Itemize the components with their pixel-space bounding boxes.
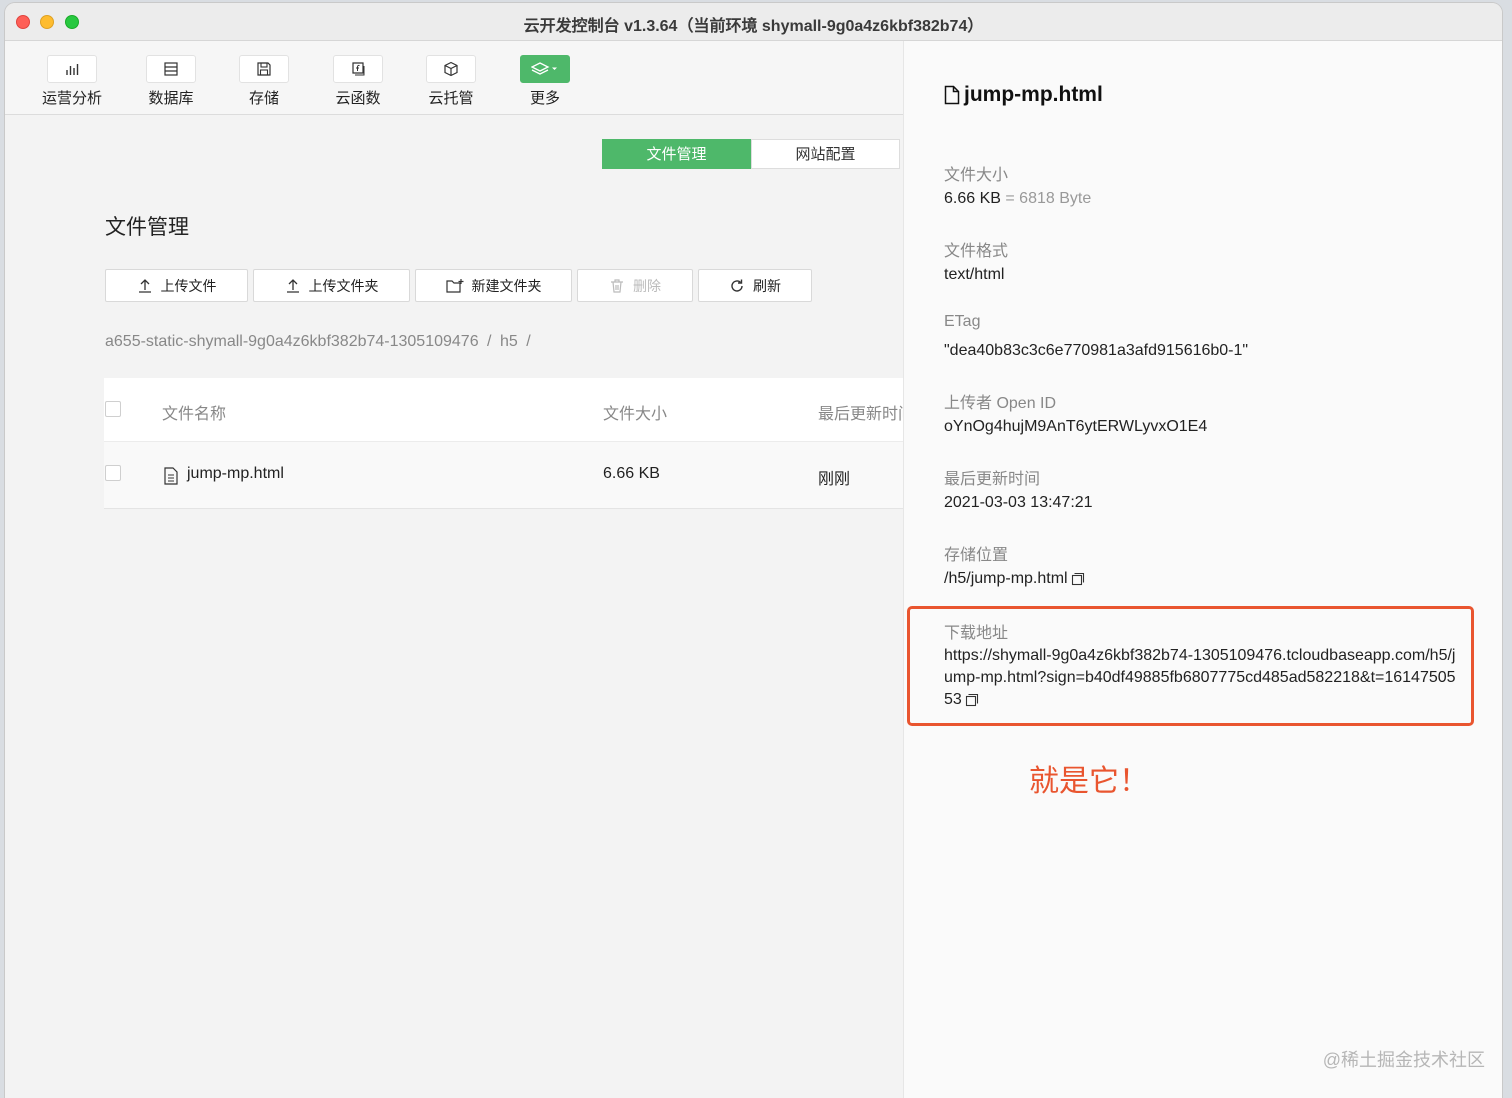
etag-value: "dea40b83c3c6e770981a3afd915616b0-1" xyxy=(944,342,1249,359)
download-url-container: https://shymall-9g0a4z6kbf382b74-1305109… xyxy=(944,645,1464,711)
toolbar-cloud-function[interactable]: 云函数 xyxy=(318,55,398,108)
app-window: 云开发控制台 v1.3.64（当前环境 shymall-9g0a4z6kbf38… xyxy=(5,3,1502,1098)
toolbar-analytics-label: 运营分析 xyxy=(41,90,102,107)
uploader-value: oYnOg4hujM9AnT6ytERWLyvxO1E4 xyxy=(944,418,1208,435)
cube-icon xyxy=(444,61,458,77)
delete-button[interactable]: 删除 xyxy=(577,269,693,302)
file-table: 文件名称 文件大小 最后更新时间 jump-mp.html 6.66 KB 刚刚 xyxy=(104,378,914,509)
toolbar-cloud-function-label: 云函数 xyxy=(335,90,381,107)
new-folder-label: 新建文件夹 xyxy=(471,277,542,294)
uploader-label: 上传者 Open ID xyxy=(944,395,1057,412)
size-bytes: = 6818 Byte xyxy=(1005,190,1092,207)
toolbar-more-label: 更多 xyxy=(529,90,560,107)
format-label: 文件格式 xyxy=(944,243,1009,260)
detail-title: jump-mp.html xyxy=(944,83,1103,107)
location-label: 存储位置 xyxy=(944,547,1009,564)
size-value: 6.66 KB = 6818 Byte xyxy=(944,190,1091,208)
main-toolbar: 运营分析 数据库 存储 云函数 云托管 更多 xyxy=(5,41,903,115)
tab-file-manage[interactable]: 文件管理 xyxy=(602,139,751,169)
row-updated: 刚刚 xyxy=(818,471,851,488)
annotation-text: 就是它！ xyxy=(1029,765,1149,798)
column-size: 文件大小 xyxy=(603,406,668,423)
layers-icon xyxy=(531,62,557,75)
file-icon xyxy=(944,85,960,105)
watermark: @稀土掘金技术社区 xyxy=(1322,1050,1485,1070)
new-folder-icon xyxy=(445,278,463,293)
size-label: 文件大小 xyxy=(944,167,1009,184)
toolbar-cloud-hosting-icon-box xyxy=(426,55,476,83)
new-folder-button[interactable]: 新建文件夹 xyxy=(415,269,572,302)
download-url[interactable]: https://shymall-9g0a4z6kbf382b74-1305109… xyxy=(944,647,1456,708)
breadcrumb-separator: / xyxy=(526,333,531,350)
updated-label: 最后更新时间 xyxy=(944,471,1041,488)
window-title: 云开发控制台 v1.3.64（当前环境 shymall-9g0a4z6kbf38… xyxy=(523,18,984,35)
toolbar-database-icon-box xyxy=(146,55,196,83)
file-icon xyxy=(164,467,178,485)
bar-chart-icon xyxy=(66,64,79,75)
location-value: /h5/jump-mp.html xyxy=(944,570,1085,588)
breadcrumb: a655-static-shymall-9g0a4z6kbf382b74-130… xyxy=(105,333,535,351)
title-bar: 云开发控制台 v1.3.64（当前环境 shymall-9g0a4z6kbf38… xyxy=(5,3,1502,41)
toolbar-more-icon-box xyxy=(520,55,570,83)
toolbar-analytics-icon-box xyxy=(47,55,97,83)
storage-icon xyxy=(257,62,271,76)
refresh-label: 刷新 xyxy=(753,277,781,294)
toolbar-more[interactable]: 更多 xyxy=(505,55,585,108)
detail-filename: jump-mp.html xyxy=(964,83,1103,106)
breadcrumb-bucket[interactable]: a655-static-shymall-9g0a4z6kbf382b74-130… xyxy=(105,333,479,350)
table-header: 文件名称 文件大小 最后更新时间 xyxy=(104,378,914,442)
delete-label: 删除 xyxy=(633,277,661,294)
row-file-size: 6.66 KB xyxy=(603,465,660,482)
table-row[interactable]: jump-mp.html 6.66 KB 刚刚 xyxy=(104,442,904,509)
format-value: text/html xyxy=(944,266,1005,283)
toolbar-database[interactable]: 数据库 xyxy=(131,55,211,108)
toolbar-storage-icon-box xyxy=(239,55,289,83)
file-manager-main: 文件管理 网站配置 文件管理 上传文件 上传文件夹 新建文件夹 删除 刷新 a6… xyxy=(5,115,914,1098)
column-updated: 最后更新时间 xyxy=(818,406,915,423)
row-file-name[interactable]: jump-mp.html xyxy=(187,465,284,483)
upload-icon xyxy=(286,278,299,293)
trash-icon xyxy=(611,278,623,293)
toolbar-cloud-hosting[interactable]: 云托管 xyxy=(411,55,491,108)
breadcrumb-folder[interactable]: h5 xyxy=(500,333,518,350)
download-label: 下载地址 xyxy=(944,625,1009,642)
toolbar-storage-label: 存储 xyxy=(248,90,279,107)
function-icon xyxy=(352,62,365,76)
location-path: /h5/jump-mp.html xyxy=(944,570,1068,587)
upload-folder-label: 上传文件夹 xyxy=(308,277,379,294)
copy-icon[interactable] xyxy=(1071,572,1085,586)
database-icon xyxy=(164,62,178,76)
upload-folder-button[interactable]: 上传文件夹 xyxy=(253,269,410,302)
toolbar-storage[interactable]: 存储 xyxy=(224,55,304,108)
column-name: 文件名称 xyxy=(162,406,227,423)
upload-file-label: 上传文件 xyxy=(160,277,217,294)
tab-site-config[interactable]: 网站配置 xyxy=(751,139,900,169)
refresh-icon xyxy=(731,279,743,292)
file-detail-panel: jump-mp.html 文件大小 6.66 KB = 6818 Byte 文件… xyxy=(903,41,1502,1098)
select-all-checkbox[interactable] xyxy=(105,401,121,417)
etag-label: ETag xyxy=(944,313,981,330)
toolbar-analytics[interactable]: 运营分析 xyxy=(32,55,112,108)
refresh-button[interactable]: 刷新 xyxy=(698,269,812,302)
updated-value: 2021-03-03 13:47:21 xyxy=(944,494,1093,511)
upload-icon xyxy=(138,278,151,293)
row-checkbox[interactable] xyxy=(105,465,121,481)
section-title: 文件管理 xyxy=(105,216,189,239)
toolbar-cloud-function-icon-box xyxy=(333,55,383,83)
upload-file-button[interactable]: 上传文件 xyxy=(105,269,248,302)
toolbar-cloud-hosting-label: 云托管 xyxy=(428,90,474,107)
toolbar-database-label: 数据库 xyxy=(148,90,194,107)
breadcrumb-separator: / xyxy=(487,333,492,350)
size-kb: 6.66 KB xyxy=(944,190,1001,207)
copy-icon[interactable] xyxy=(965,693,979,707)
